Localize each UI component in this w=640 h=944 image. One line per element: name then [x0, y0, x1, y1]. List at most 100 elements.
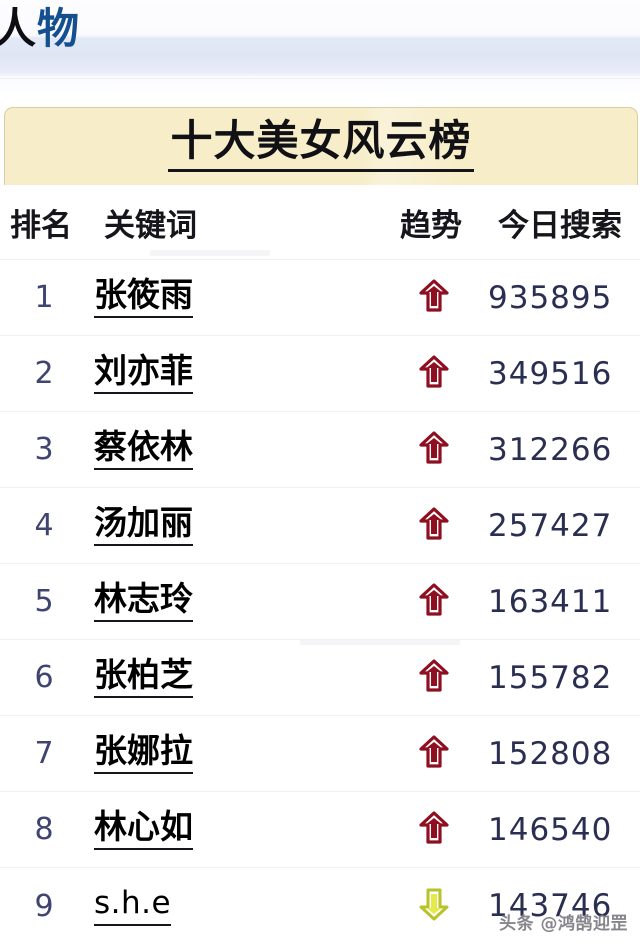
search-count: 152808 [488, 735, 613, 772]
search-count: 146540 [488, 811, 613, 848]
arrow-up-icon [419, 354, 449, 388]
page-title: 十大美女风云榜 [168, 119, 474, 172]
row-trend-cell [388, 278, 480, 317]
arrow-up-icon [419, 658, 449, 692]
rank-number: 3 [34, 432, 54, 467]
row-rank-cell: 9 [0, 889, 88, 924]
keyword-link[interactable]: 蔡依林 [94, 428, 193, 471]
table-row[interactable]: 2 刘亦菲 349516 [0, 336, 640, 412]
site-tab-label-blue: 物 [37, 4, 81, 53]
row-trend-cell [388, 354, 480, 393]
column-header-rank: 排名 [10, 208, 72, 244]
ranking-title-banner: 十大美女风云榜 [4, 107, 638, 185]
arrow-up-icon [419, 506, 449, 540]
row-trend-cell [388, 430, 480, 469]
row-rank-cell: 7 [0, 736, 88, 771]
ranking-table: 排名 关键词 趋势 今日搜索 1 张筱雨 935895 2 刘亦菲 349516 3 蔡依林 3… [0, 186, 640, 944]
trend-up-icon [419, 658, 449, 697]
trend-up-icon [419, 278, 449, 317]
browser-chrome-bar: 人物 [0, 0, 640, 96]
column-header-trend: 趋势 [400, 208, 462, 244]
row-searches-cell: 257427 [480, 508, 640, 544]
row-searches-cell: 163411 [480, 584, 640, 620]
row-keyword-cell[interactable]: 张娜拉 [88, 732, 388, 775]
keyword-link[interactable]: 张筱雨 [94, 276, 193, 319]
trend-up-icon [419, 810, 449, 849]
rank-number: 6 [34, 660, 54, 695]
row-rank-cell: 3 [0, 432, 88, 467]
table-row[interactable]: 5 林志玲 163411 [0, 564, 640, 640]
row-trend-cell [388, 810, 480, 849]
rank-number: 5 [34, 584, 54, 619]
row-keyword-cell[interactable]: 汤加丽 [88, 504, 388, 547]
row-rank-cell: 8 [0, 812, 88, 847]
site-tab-people[interactable]: 人物 [0, 2, 80, 56]
rank-number: 9 [34, 888, 54, 924]
keyword-link[interactable]: 刘亦菲 [94, 352, 193, 395]
search-count: 935895 [488, 279, 613, 316]
row-rank-cell: 6 [0, 660, 88, 695]
row-rank-cell: 1 [0, 280, 88, 315]
trend-up-icon [419, 506, 449, 545]
rank-number: 2 [34, 356, 54, 391]
keyword-link[interactable]: 张娜拉 [94, 732, 193, 775]
keyword-link[interactable]: 林心如 [94, 808, 193, 851]
row-trend-cell [388, 658, 480, 697]
rank-number: 4 [34, 508, 54, 543]
row-keyword-cell[interactable]: 张柏芝 [88, 656, 388, 699]
row-searches-cell: 155782 [480, 660, 640, 696]
row-keyword-cell[interactable]: 蔡依林 [88, 428, 388, 471]
search-count: 349516 [488, 355, 613, 392]
keyword-link[interactable]: s.h.e [94, 886, 172, 926]
column-header-keyword: 关键词 [104, 208, 197, 244]
arrow-up-icon [419, 810, 449, 844]
keyword-link[interactable]: 林志玲 [94, 580, 193, 623]
table-header-row: 排名 关键词 趋势 今日搜索 [0, 186, 640, 260]
row-searches-cell: 146540 [480, 812, 640, 848]
row-keyword-cell[interactable]: 张筱雨 [88, 276, 388, 319]
arrow-up-icon [419, 430, 449, 464]
search-count: 312266 [488, 431, 613, 468]
rank-number: 8 [34, 812, 54, 847]
watermark: 头条 @鸿鹄迎罡 [499, 914, 628, 934]
search-count: 155782 [488, 659, 613, 696]
search-count: 257427 [488, 507, 613, 544]
rank-number: 1 [34, 280, 54, 315]
site-tab-label-dark: 人 [0, 4, 38, 53]
rank-number: 7 [34, 736, 54, 771]
row-rank-cell: 4 [0, 508, 88, 543]
arrow-up-icon [419, 734, 449, 768]
table-row[interactable]: 4 汤加丽 257427 [0, 488, 640, 564]
trend-up-icon [419, 354, 449, 393]
trend-up-icon [419, 734, 449, 773]
row-searches-cell: 312266 [480, 432, 640, 468]
arrow-down-icon [419, 888, 449, 921]
row-trend-cell [388, 582, 480, 621]
row-keyword-cell[interactable]: 刘亦菲 [88, 352, 388, 395]
table-row[interactable]: 3 蔡依林 312266 [0, 412, 640, 488]
trend-up-icon [419, 430, 449, 469]
table-row[interactable]: 7 张娜拉 152808 [0, 716, 640, 792]
row-trend-cell [388, 506, 480, 545]
table-row[interactable]: 1 张筱雨 935895 [0, 260, 640, 336]
table-row[interactable]: 8 林心如 146540 [0, 792, 640, 868]
table-body: 1 张筱雨 935895 2 刘亦菲 349516 3 蔡依林 312266 4 汤加丽 257427… [0, 260, 640, 944]
table-row[interactable]: 6 张柏芝 155782 [0, 640, 640, 716]
arrow-up-icon [419, 582, 449, 616]
row-rank-cell: 2 [0, 356, 88, 391]
row-trend-cell [388, 887, 480, 925]
row-searches-cell: 152808 [480, 736, 640, 772]
arrow-up-icon [419, 278, 449, 312]
row-rank-cell: 5 [0, 584, 88, 619]
search-count: 163411 [488, 583, 613, 620]
row-keyword-cell[interactable]: 林志玲 [88, 580, 388, 623]
keyword-link[interactable]: 汤加丽 [94, 504, 193, 547]
row-searches-cell: 349516 [480, 356, 640, 392]
keyword-link[interactable]: 张柏芝 [94, 656, 193, 699]
column-header-searches: 今日搜索 [498, 208, 622, 244]
row-keyword-cell[interactable]: 林心如 [88, 808, 388, 851]
trend-up-icon [419, 582, 449, 621]
trend-down-icon [419, 887, 449, 925]
row-trend-cell [388, 734, 480, 773]
row-keyword-cell[interactable]: s.h.e [88, 886, 388, 926]
